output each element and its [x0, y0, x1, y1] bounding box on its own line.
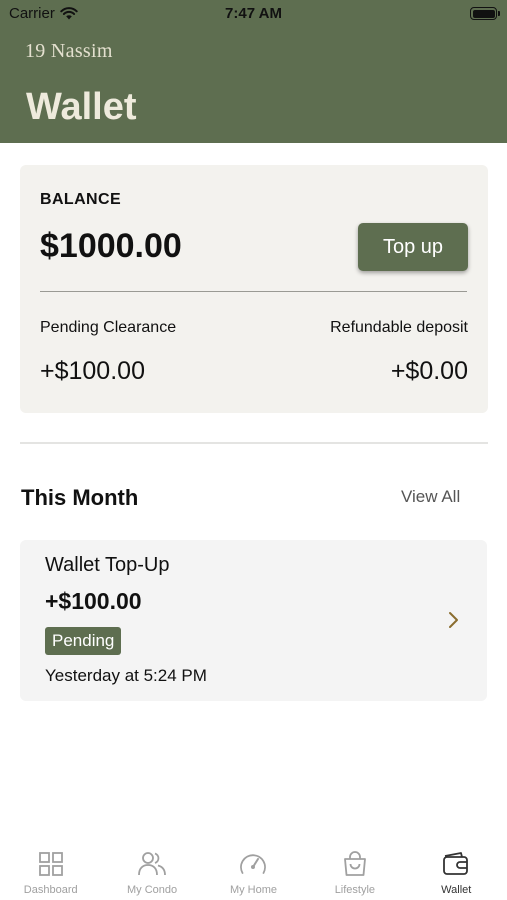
status-bar: Carrier 7:47 AM: [0, 0, 507, 28]
tab-label: My Condo: [127, 884, 178, 896]
top-up-button[interactable]: Top up: [358, 223, 468, 271]
brand-name: 19 Nassim: [25, 40, 113, 62]
tab-wallet[interactable]: Wallet: [406, 840, 507, 900]
tab-label: Dashboard: [23, 884, 78, 896]
people-icon: [138, 852, 166, 876]
tab-bar: Dashboard My Condo My Home Lifestyle Wal…: [0, 840, 507, 900]
chevron-right-icon[interactable]: [445, 609, 463, 631]
section-divider: [20, 442, 488, 444]
balance-label: BALANCE: [40, 191, 122, 208]
tab-label: My Home: [229, 884, 277, 896]
tab-my-condo[interactable]: My Condo: [101, 840, 202, 900]
battery-icon: [470, 7, 500, 20]
view-all-link[interactable]: View All: [401, 487, 460, 507]
section-title: This Month: [21, 485, 139, 510]
grid-icon: [38, 852, 63, 876]
page-title: Wallet: [26, 86, 137, 128]
refundable-deposit-amount: +$0.00: [390, 357, 468, 385]
wallet-icon: [443, 852, 469, 875]
balance-amount: $1000.00: [40, 227, 182, 265]
tab-my-home[interactable]: My Home: [203, 840, 304, 900]
pending-clearance-amount: +$100.00: [40, 357, 145, 385]
header: Carrier 7:47 AM 19 Nassim Wallet: [0, 0, 507, 143]
bag-icon: [343, 851, 366, 876]
status-time: 7:47 AM: [225, 5, 282, 22]
transaction-title: Wallet Top-Up: [45, 554, 170, 576]
tab-lifestyle[interactable]: Lifestyle: [304, 840, 405, 900]
balance-card: BALANCE $1000.00 Top up Pending Clearanc…: [20, 165, 488, 413]
transaction-card[interactable]: Wallet Top-Up +$100.00 Pending Yesterday…: [20, 540, 487, 701]
tab-label: Wallet: [441, 884, 472, 896]
tab-label: Lifestyle: [334, 884, 376, 896]
transaction-time: Yesterday at 5:24 PM: [45, 666, 207, 685]
refundable-deposit-label: Refundable deposit: [330, 319, 468, 336]
card-divider: [40, 291, 467, 292]
tab-dashboard[interactable]: Dashboard: [0, 840, 101, 900]
pending-clearance-label: Pending Clearance: [40, 319, 177, 336]
gauge-icon: [240, 854, 267, 874]
status-badge: Pending: [45, 627, 122, 655]
transaction-amount: +$100.00: [45, 588, 142, 614]
